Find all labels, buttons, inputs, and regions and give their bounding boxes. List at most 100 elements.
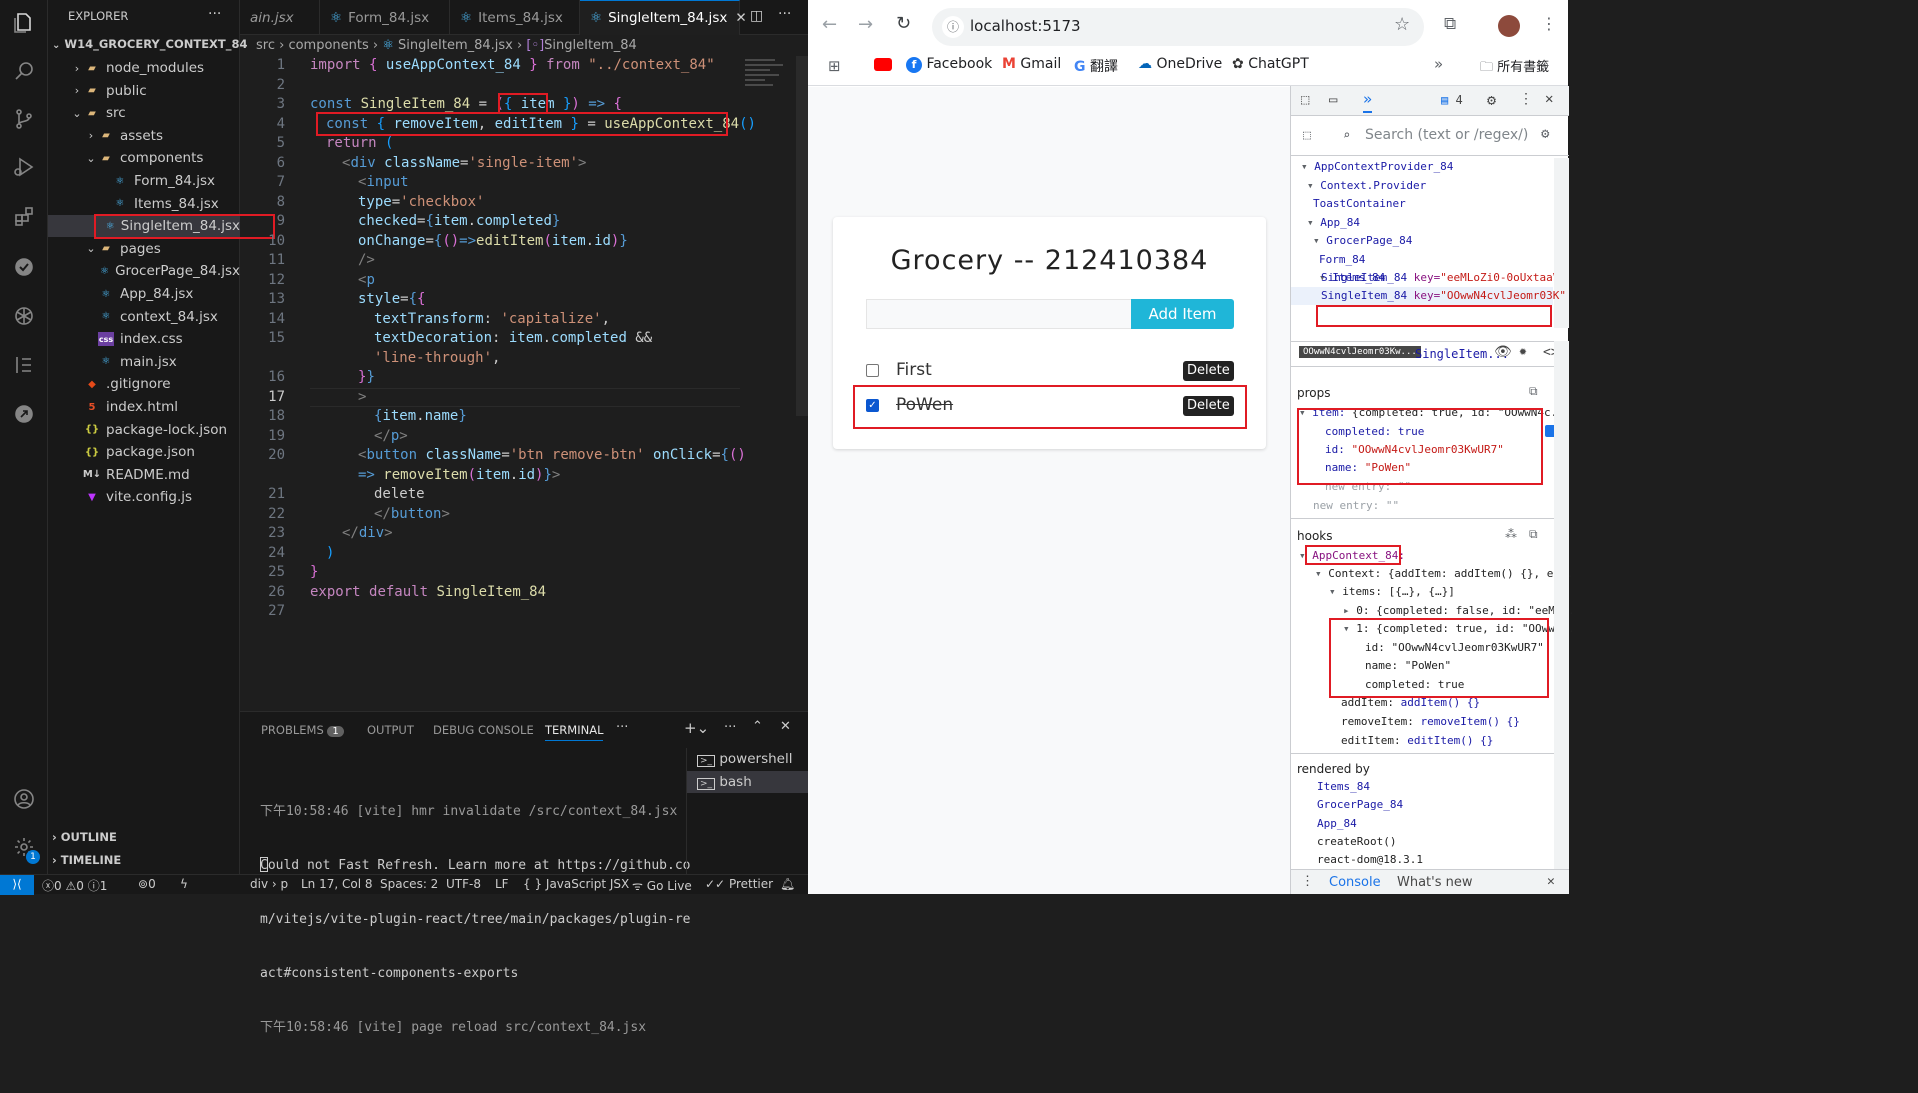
more-tabs-icon[interactable]: » — [1363, 90, 1373, 113]
url-text[interactable]: localhost:5173 — [970, 17, 1081, 35]
terminal-more-icon[interactable]: ··· — [724, 720, 736, 735]
folder-item[interactable]: ⌄ ▰ src — [48, 102, 240, 124]
chatgpt-icon[interactable] — [0, 293, 48, 339]
file-item[interactable]: 5 index.html — [48, 396, 240, 418]
issues-badge[interactable]: ▤ 4 — [1441, 93, 1463, 107]
folder-item[interactable]: › ▰ assets — [48, 125, 240, 147]
prop-new-entry[interactable]: new entry: "" — [1313, 497, 1399, 515]
bookmark-facebook[interactable]: f Facebook — [906, 56, 992, 73]
rendered-by-item[interactable]: GrocerPage_84 — [1317, 796, 1403, 814]
hook-context-value[interactable]: ▾ Context: {addItem: addItem() {}, e... — [1315, 565, 1573, 583]
hook-additem[interactable]: addItem: addItem() {} — [1341, 694, 1480, 712]
component-search-input[interactable]: Search (text or /regex/) — [1365, 127, 1528, 143]
debug-bug-icon[interactable]: ✹ — [1519, 344, 1527, 359]
copy-props-icon[interactable]: ⧉ — [1529, 384, 1538, 399]
hook-items[interactable]: ▾ items: [{…}, {…}] — [1329, 583, 1455, 601]
file-item[interactable]: M↓ README.md — [48, 464, 240, 486]
file-item[interactable]: ⚛ Form_84.jsx — [48, 170, 240, 192]
tab-form[interactable]: ⚛ Form_84.jsx — [320, 0, 450, 35]
panel-more-icon[interactable]: ··· — [616, 720, 628, 735]
split-editor-icon[interactable]: ◫ — [750, 8, 763, 24]
add-item-button[interactable]: Add Item — [1131, 299, 1234, 329]
component-tree-row[interactable]: ToastContainer — [1313, 195, 1406, 213]
devtools-settings-icon[interactable]: ⚙ — [1487, 91, 1496, 109]
component-tree-row[interactable]: ▾ AppContextProvider_84 — [1301, 158, 1453, 176]
back-icon[interactable]: ← — [822, 14, 837, 35]
all-bookmarks[interactable]: 🗀 所有書籤 — [1480, 56, 1549, 80]
tree-expand-icon[interactable]: ▾ — [1307, 179, 1320, 192]
item-checkbox[interactable] — [866, 364, 879, 377]
drawer-menu-icon[interactable]: ⋮ — [1301, 874, 1314, 889]
address-bar[interactable]: ⓘ localhost:5173 ☆ — [932, 8, 1424, 46]
drawer-tab-console[interactable]: Console — [1329, 875, 1381, 890]
minimap[interactable] — [745, 56, 793, 106]
more-actions-icon[interactable]: ··· — [208, 6, 221, 22]
breadcrumb-components[interactable]: components — [288, 38, 368, 53]
tab-terminal[interactable]: TERMINAL — [545, 723, 604, 741]
bookmark-gmail[interactable]: M Gmail — [1002, 56, 1061, 72]
component-settings-icon[interactable]: ⚙ — [1541, 126, 1549, 142]
problems-status[interactable]: ⓧ0 ⚠0 ⓘ1 — [42, 877, 107, 894]
ports-status[interactable]: ⊚0 — [138, 877, 156, 891]
breadcrumb-src[interactable]: src — [256, 38, 275, 53]
bookmark-star-icon[interactable]: ☆ — [1394, 14, 1410, 35]
breadcrumb-symbol[interactable]: SingleItem_84 — [544, 38, 637, 53]
terminal-bash[interactable]: >_ bash — [687, 771, 809, 793]
item-input[interactable] — [866, 299, 1132, 329]
lightning-icon[interactable]: ϟ — [180, 877, 188, 891]
bookmark-onedrive[interactable]: ☁ OneDrive — [1138, 56, 1222, 72]
youtube-icon[interactable] — [874, 58, 892, 71]
rendered-by-item[interactable]: Items_84 — [1317, 778, 1370, 796]
file-item[interactable]: ⚛ context_84.jsx — [48, 306, 240, 328]
rendered-by-item[interactable]: App_84 — [1317, 815, 1357, 833]
status-encoding[interactable]: UTF-8 — [446, 877, 481, 891]
status-golive[interactable]: ᯤ Go Live — [632, 877, 692, 894]
account-icon[interactable] — [0, 776, 48, 822]
editor-scrollbar[interactable] — [796, 56, 808, 416]
component-tree-row[interactable]: ▾ App_84 — [1307, 214, 1360, 232]
folder-item[interactable]: ⌄ ▰ components — [48, 147, 240, 169]
component-tree-row[interactable]: ▾ Context.Provider — [1307, 177, 1426, 195]
hook-edititem[interactable]: editItem: editItem() {} — [1341, 732, 1493, 750]
site-info-icon[interactable]: ⓘ — [942, 16, 964, 38]
timeline-section[interactable]: › TIMELINE — [52, 853, 121, 867]
terminal-powershell[interactable]: >_ powershell — [697, 748, 807, 770]
breadcrumb-file[interactable]: SingleItem_84.jsx — [398, 38, 513, 53]
forward-icon[interactable]: → — [858, 14, 873, 35]
copy-hooks-icon[interactable]: ⧉ — [1529, 527, 1538, 542]
tree-expand-icon[interactable]: ▾ — [1313, 234, 1326, 247]
tab-singleitem[interactable]: ⚛ SingleItem_84.jsx ✕ — [580, 0, 747, 35]
status-indent[interactable]: Spaces: 2 — [380, 877, 438, 891]
bookmark-chatgpt[interactable]: ✿ ChatGPT — [1232, 56, 1309, 72]
tab-items[interactable]: ⚛ Items_84.jsx — [450, 0, 580, 35]
profile-avatar[interactable] — [1498, 15, 1520, 37]
inspect-dom-eye-icon[interactable]: 👁︎ — [1494, 344, 1512, 360]
explorer-icon[interactable] — [0, 0, 48, 46]
status-eol[interactable]: LF — [495, 877, 509, 891]
file-item[interactable]: {} package.json — [48, 441, 240, 463]
device-toolbar-icon[interactable]: ▭ — [1329, 92, 1337, 108]
file-item[interactable]: ▼ vite.config.js — [48, 486, 240, 508]
remote-icon[interactable] — [0, 391, 48, 437]
bookmark-translate[interactable]: G 翻譯 — [1074, 56, 1118, 76]
new-terminal-icon[interactable]: +⌄ — [684, 719, 709, 737]
file-item[interactable]: css index.css — [48, 328, 240, 350]
status-prettier[interactable]: ✓✓ Prettier — [705, 877, 773, 891]
testing-icon[interactable] — [0, 244, 48, 290]
extensions-puzzle-icon[interactable]: ⧉ — [1444, 14, 1456, 34]
select-component-icon[interactable]: ⬚ — [1303, 128, 1311, 143]
search-icon[interactable] — [0, 48, 48, 94]
notifications-bell-icon[interactable]: 🔔︎ — [780, 877, 795, 891]
project-root[interactable]: ⌄ W14_GROCERY_CONTEXT_84 — [52, 37, 248, 51]
folder-item[interactable]: ⌄ ▰ pages — [48, 238, 240, 260]
tree-row-singleitem-2[interactable]: SingleItem_84 key="OOwwN4cvlJeomr03K" — [1321, 287, 1566, 305]
terminal-output[interactable]: 下午10:58:46 [vite] hmr invalidate /src/co… — [260, 767, 690, 1073]
component-tree-row[interactable]: Form_84 — [1319, 251, 1365, 269]
file-item[interactable]: ◆ .gitignore — [48, 373, 240, 395]
status-scope[interactable]: div › p — [250, 877, 288, 891]
tree-expand-icon[interactable]: ▾ — [1307, 216, 1320, 229]
layout-list-icon[interactable] — [0, 342, 48, 388]
run-debug-icon[interactable] — [0, 144, 48, 190]
tree-expand-icon[interactable]: ▾ — [1301, 160, 1314, 173]
folder-item[interactable]: › ▰ public — [48, 80, 240, 102]
